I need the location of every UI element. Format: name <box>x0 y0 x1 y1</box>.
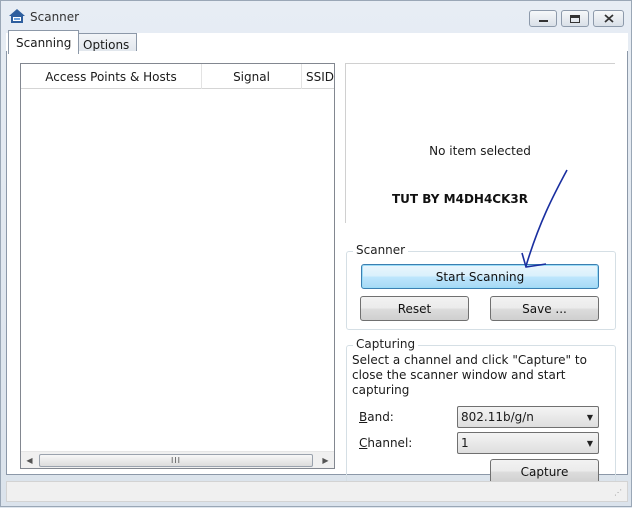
tab-options-label: Options <box>83 37 130 52</box>
band-value: 802.11b/g/n <box>461 410 534 424</box>
arrow-left-icon: ◀ <box>26 456 33 465</box>
maximize-button[interactable] <box>561 10 589 27</box>
minimize-icon <box>538 19 548 22</box>
close-button[interactable] <box>593 10 624 27</box>
scanner-window: Scanner Scanning Options Access Points &… <box>0 0 632 507</box>
channel-select[interactable]: 1 ▼ <box>457 432 599 454</box>
tutorial-annotation: TUT BY M4DH4CK3R <box>392 192 528 206</box>
client-area: Scanning Options Access Points & Hosts S… <box>6 30 628 485</box>
maximize-icon <box>570 14 580 23</box>
capturing-group-title: Capturing <box>353 337 419 351</box>
app-icon <box>9 9 25 23</box>
channel-label: Channel: <box>359 436 412 450</box>
close-icon <box>603 14 614 23</box>
window-title: Scanner <box>30 10 80 24</box>
scroll-thumb[interactable]: III <box>39 454 313 467</box>
scroll-right-arrow[interactable]: ▶ <box>317 452 334 468</box>
capture-description: Select a channel and click "Capture" to … <box>352 353 587 397</box>
horizontal-scrollbar[interactable]: ◀ III ▶ <box>21 451 334 468</box>
channel-label-text: hannel: <box>367 436 413 450</box>
tab-scanning[interactable]: Scanning <box>8 30 80 54</box>
column-ssid[interactable]: SSID <box>302 64 334 89</box>
resize-grip-icon[interactable]: ⋰ <box>614 489 624 499</box>
scanning-panel: Access Points & Hosts Signal SSID ◀ III … <box>6 51 628 485</box>
band-label-text: and: <box>367 410 394 424</box>
column-access-points[interactable]: Access Points & Hosts <box>21 64 202 89</box>
list-header: Access Points & Hosts Signal SSID <box>21 64 334 89</box>
status-bar: ⋰ <box>6 481 628 502</box>
start-scanning-button[interactable]: Start Scanning <box>361 264 599 289</box>
scanner-group-title: Scanner <box>353 243 409 257</box>
access-points-list[interactable]: Access Points & Hosts Signal SSID ◀ III … <box>20 63 335 469</box>
scroll-left-arrow[interactable]: ◀ <box>21 452 38 468</box>
title-bar[interactable]: Scanner <box>1 1 631 31</box>
save-button[interactable]: Save ... <box>490 296 599 321</box>
no-item-text: No item selected <box>429 144 531 158</box>
band-select[interactable]: 802.11b/g/n ▼ <box>457 406 599 428</box>
column-signal[interactable]: Signal <box>202 64 302 89</box>
arrow-right-icon: ▶ <box>322 456 329 465</box>
chevron-down-icon: ▼ <box>586 439 593 448</box>
band-access-key: B <box>359 410 368 424</box>
minimize-button[interactable] <box>529 10 557 27</box>
scroll-grip-icon: III <box>170 456 182 465</box>
channel-value: 1 <box>461 436 469 450</box>
band-label: Band: <box>359 410 394 424</box>
tab-scanning-label: Scanning <box>16 35 72 50</box>
reset-button[interactable]: Reset <box>360 296 469 321</box>
chevron-down-icon: ▼ <box>586 413 593 422</box>
